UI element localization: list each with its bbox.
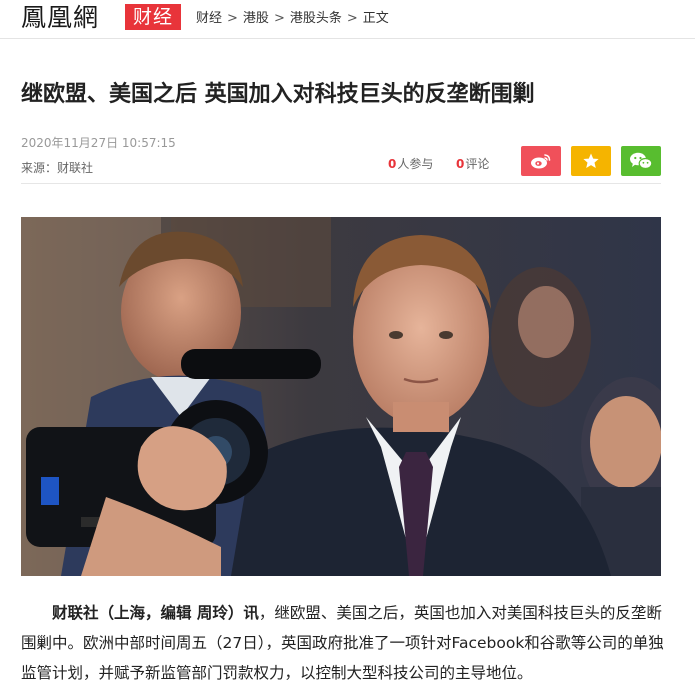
site-header: 鳳凰網 财经 财经 > 港股 > 港股头条 > 正文 <box>0 0 695 39</box>
comments-count[interactable]: 0评论 <box>456 155 489 172</box>
breadcrumb-item-current: 正文 <box>362 11 389 26</box>
participants-label: 人参与 <box>397 157 434 171</box>
article-date: 2020年11月27日 10:57:15 <box>21 136 176 150</box>
share-weibo-button[interactable] <box>521 146 561 176</box>
breadcrumb-separator: > <box>346 11 358 26</box>
breadcrumb-item-hk-headlines[interactable]: 港股头条 <box>290 11 342 26</box>
header-divider <box>21 183 661 184</box>
breadcrumb-item-hk-stocks[interactable]: 港股 <box>243 11 269 26</box>
favorite-button[interactable] <box>571 146 611 176</box>
breadcrumb-separator: > <box>273 11 285 26</box>
article-photo <box>21 217 661 576</box>
participants-count[interactable]: 0人参与 <box>388 155 433 172</box>
wechat-icon <box>630 152 653 170</box>
breadcrumb-item-finance[interactable]: 财经 <box>196 11 222 26</box>
article-body: 财联社（上海，编辑 周玲）讯，继欧盟、美国之后，英国也加入对美国科技巨头的反垄断… <box>21 598 667 688</box>
star-icon <box>583 153 599 168</box>
channel-logo-badge[interactable]: 财经 <box>125 4 181 30</box>
breadcrumb: 财经 > 港股 > 港股头条 > 正文 <box>196 10 389 28</box>
weibo-icon <box>531 154 551 169</box>
share-wechat-button[interactable] <box>621 146 661 176</box>
article-title: 继欧盟、美国之后 英国加入对科技巨头的反垄断围剿 <box>21 82 535 107</box>
participants-number: 0 <box>388 157 397 171</box>
source-name[interactable]: 财联社 <box>57 161 93 175</box>
article-lead: 财联社（上海，编辑 周玲）讯 <box>52 604 259 622</box>
breadcrumb-separator: > <box>227 11 238 26</box>
article-source: 来源：财联社 <box>21 159 93 176</box>
article-photo-illustration <box>21 217 661 576</box>
site-logo[interactable]: 鳳凰網 <box>21 3 99 33</box>
comments-number: 0 <box>456 157 465 171</box>
source-label: 来源： <box>21 161 58 175</box>
comments-label: 评论 <box>465 157 490 171</box>
